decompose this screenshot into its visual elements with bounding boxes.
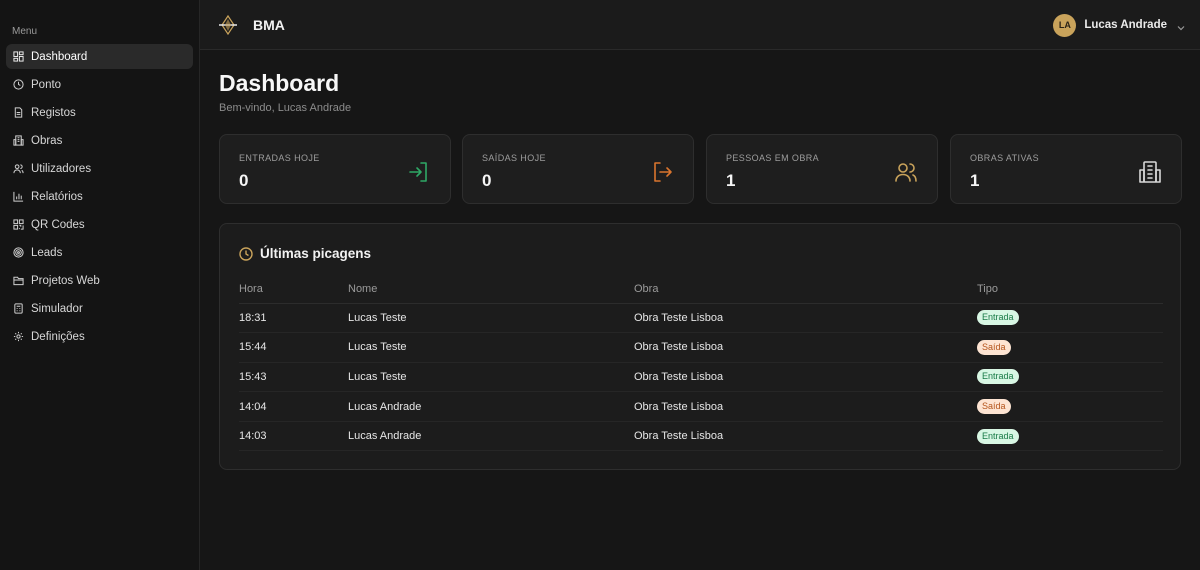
sidebar-item-projetos-web[interactable]: Projetos Web bbox=[6, 268, 193, 293]
cell-hora: 15:44 bbox=[239, 332, 348, 363]
status-badge: Saída bbox=[977, 399, 1011, 415]
bar-chart-icon bbox=[13, 191, 24, 202]
sidebar-item-dashboard[interactable]: Dashboard bbox=[6, 44, 193, 69]
building-icon bbox=[13, 135, 24, 146]
cell-hora: 15:43 bbox=[239, 362, 348, 393]
enter-icon bbox=[407, 160, 431, 184]
stat-value: 0 bbox=[482, 171, 492, 190]
cell-hora: 14:03 bbox=[239, 421, 348, 452]
table-row: 18:31 Lucas Teste Obra Teste Lisboa Entr… bbox=[239, 303, 1163, 334]
sidebar-item-label: Simulador bbox=[31, 302, 83, 315]
sidebar-item-utilizadores[interactable]: Utilizadores bbox=[6, 156, 193, 181]
sidebar-item-label: Projetos Web bbox=[31, 274, 100, 287]
brand-logo-icon[interactable] bbox=[218, 14, 238, 36]
status-badge: Entrada bbox=[977, 369, 1019, 385]
recent-punches-panel: Últimas picagens Hora Nome Obra Tipo 18:… bbox=[219, 223, 1181, 470]
sidebar-item-qr-codes[interactable]: QR Codes bbox=[6, 212, 193, 237]
sidebar-item-label: Utilizadores bbox=[31, 162, 92, 175]
stat-card-entradas: ENTRADAS HOJE 0 bbox=[219, 134, 451, 204]
sidebar-item-label: Dashboard bbox=[31, 50, 88, 63]
exit-icon bbox=[650, 160, 674, 184]
cell-nome: Lucas Teste bbox=[348, 362, 634, 393]
cell-hora: 18:31 bbox=[239, 303, 348, 334]
stat-card-saidas: SAÍDAS HOJE 0 bbox=[462, 134, 694, 204]
sidebar-item-registos[interactable]: Registos bbox=[6, 100, 193, 125]
page-subtitle: Bem-vindo, Lucas Andrade bbox=[219, 102, 352, 114]
folder-icon bbox=[13, 275, 24, 286]
cell-obra: Obra Teste Lisboa bbox=[634, 303, 977, 334]
stat-value: 1 bbox=[726, 171, 736, 190]
brand-name[interactable]: BMA bbox=[253, 17, 285, 33]
users-icon bbox=[894, 160, 918, 184]
qr-code-icon bbox=[13, 219, 24, 230]
building-icon bbox=[1138, 160, 1162, 184]
page-title: Dashboard bbox=[219, 70, 340, 96]
sidebar-item-label: Ponto bbox=[31, 78, 62, 91]
column-header-nome: Nome bbox=[348, 276, 634, 304]
stat-label: ENTRADAS HOJE bbox=[239, 153, 320, 163]
users-icon bbox=[13, 163, 24, 174]
chevron-down-icon[interactable] bbox=[1176, 20, 1186, 31]
sidebar-nav: Dashboard Ponto Registos Obras Utilizado… bbox=[6, 44, 193, 352]
sidebar-item-label: Leads bbox=[31, 246, 63, 259]
sidebar-item-ponto[interactable]: Ponto bbox=[6, 72, 193, 97]
sidebar: Menu Dashboard Ponto Registos Obras Util… bbox=[0, 0, 200, 570]
column-header-hora: Hora bbox=[239, 276, 348, 304]
column-header-tipo: Tipo bbox=[977, 276, 1163, 304]
table-row: 14:03 Lucas Andrade Obra Teste Lisboa En… bbox=[239, 421, 1163, 452]
stat-label: PESSOAS EM OBRA bbox=[726, 153, 820, 163]
sidebar-item-label: Relatórios bbox=[31, 190, 83, 203]
stat-value: 1 bbox=[970, 171, 980, 190]
table-row: 15:43 Lucas Teste Obra Teste Lisboa Entr… bbox=[239, 362, 1163, 393]
stat-card-pessoas: PESSOAS EM OBRA 1 bbox=[706, 134, 938, 204]
stat-label: SAÍDAS HOJE bbox=[482, 153, 546, 163]
stat-card-obras: OBRAS ATIVAS 1 bbox=[950, 134, 1182, 204]
cell-obra: Obra Teste Lisboa bbox=[634, 332, 977, 363]
sidebar-item-relatorios[interactable]: Relatórios bbox=[6, 184, 193, 209]
gear-icon bbox=[13, 331, 24, 342]
cell-hora: 14:04 bbox=[239, 391, 348, 422]
sidebar-item-label: Definições bbox=[31, 330, 85, 343]
avatar[interactable]: LA bbox=[1053, 13, 1077, 37]
clock-icon bbox=[13, 79, 24, 90]
sidebar-item-obras[interactable]: Obras bbox=[6, 128, 193, 153]
dashboard-icon bbox=[13, 51, 24, 62]
panel-title: Últimas picagens bbox=[260, 246, 372, 261]
sidebar-item-simulador[interactable]: Simulador bbox=[6, 296, 193, 321]
sidebar-item-label: Registos bbox=[31, 106, 76, 119]
cell-obra: Obra Teste Lisboa bbox=[634, 362, 977, 393]
punches-table: Hora Nome Obra Tipo 18:31 Lucas Teste Ob… bbox=[239, 276, 1163, 452]
sidebar-item-definicoes[interactable]: Definições bbox=[6, 324, 193, 349]
cell-nome: Lucas Andrade bbox=[348, 391, 634, 422]
column-header-obra: Obra bbox=[634, 276, 977, 304]
file-icon bbox=[13, 107, 24, 118]
status-badge: Saída bbox=[977, 339, 1011, 355]
target-icon bbox=[13, 247, 24, 258]
sidebar-item-label: QR Codes bbox=[31, 218, 85, 231]
user-menu[interactable]: LA Lucas Andrade bbox=[1053, 13, 1186, 37]
clock-icon bbox=[239, 247, 253, 261]
status-badge: Entrada bbox=[977, 428, 1019, 444]
cell-nome: Lucas Teste bbox=[348, 332, 634, 363]
user-name[interactable]: Lucas Andrade bbox=[1084, 19, 1167, 31]
table-row: 15:44 Lucas Teste Obra Teste Lisboa Saíd… bbox=[239, 332, 1163, 363]
cell-nome: Lucas Teste bbox=[348, 303, 634, 334]
stat-value: 0 bbox=[239, 171, 249, 190]
sidebar-item-label: Obras bbox=[31, 134, 63, 147]
status-badge: Entrada bbox=[977, 310, 1019, 326]
calculator-icon bbox=[13, 303, 24, 314]
sidebar-item-leads[interactable]: Leads bbox=[6, 240, 193, 265]
cell-nome: Lucas Andrade bbox=[348, 421, 634, 452]
cell-obra: Obra Teste Lisboa bbox=[634, 391, 977, 422]
stat-label: OBRAS ATIVAS bbox=[970, 153, 1039, 163]
cell-obra: Obra Teste Lisboa bbox=[634, 421, 977, 452]
table-row: 14:04 Lucas Andrade Obra Teste Lisboa Sa… bbox=[239, 391, 1163, 422]
menu-label: Menu bbox=[12, 26, 38, 37]
table-header-row: Hora Nome Obra Tipo bbox=[239, 276, 1163, 304]
top-header: BMA LA Lucas Andrade bbox=[200, 0, 1200, 50]
